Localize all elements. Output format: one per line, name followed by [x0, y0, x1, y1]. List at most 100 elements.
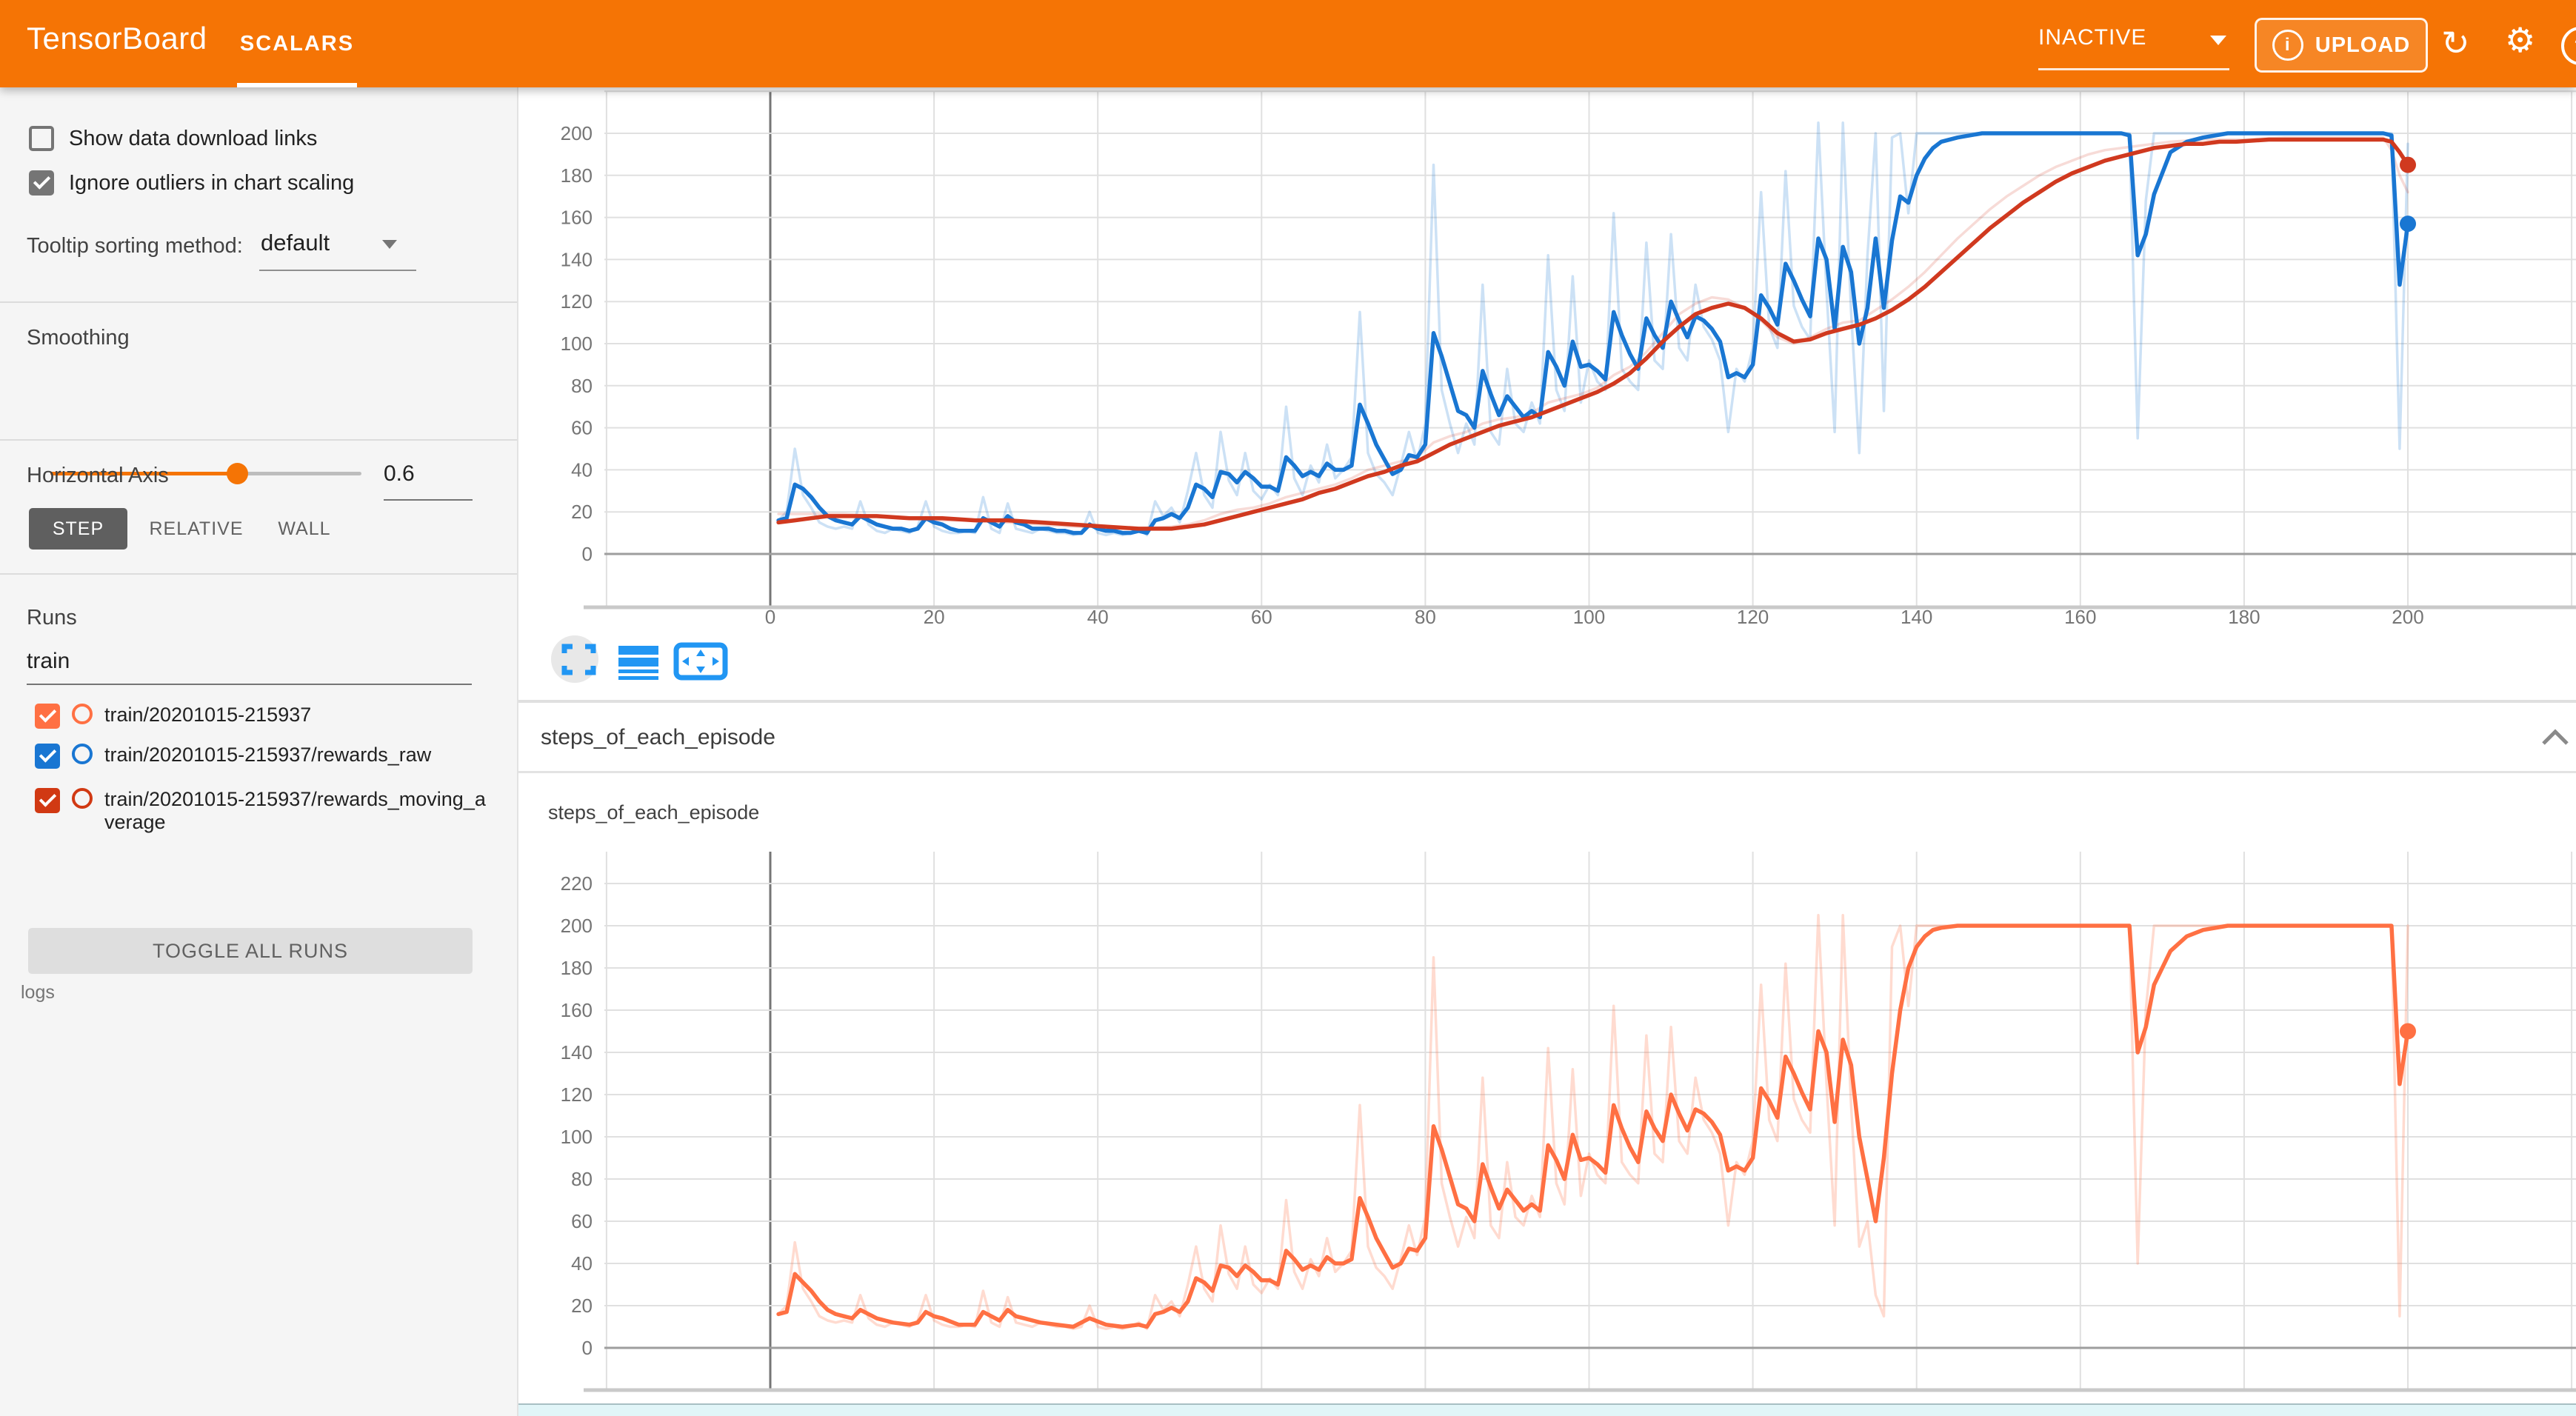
run-color-ring-icon[interactable]: [72, 744, 93, 764]
refresh-icon[interactable]: ↻: [2441, 22, 2470, 64]
series-line: [778, 123, 2408, 535]
y-tick-label: 160: [561, 207, 593, 229]
tensorboard-app: TensorBoard SCALARS INACTIVE i UPLOAD ↻ …: [0, 0, 2576, 1416]
smoothing-slider-thumb[interactable]: [227, 463, 248, 484]
upload-button-label: UPLOAD: [2315, 33, 2410, 58]
run-label: train/20201015-215937: [104, 704, 490, 727]
axis-button-relative[interactable]: RELATIVE: [142, 508, 250, 550]
y-tick-label: 100: [561, 333, 593, 355]
y-tick-label: 180: [561, 957, 593, 979]
y-tick-label: 60: [571, 417, 593, 439]
checkbox-label: Ignore outliers in chart scaling: [69, 171, 354, 196]
collapse-chevron-up-icon[interactable]: [2539, 726, 2572, 748]
run-checkbox[interactable]: [35, 788, 60, 813]
rewards-chart[interactable]: 0204060801001201401601802000204060801001…: [517, 87, 2576, 701]
run-color-ring-icon[interactable]: [72, 788, 93, 809]
run-row[interactable]: train/20201015-215937/rewards_moving_ave…: [35, 788, 490, 834]
status-dropdown[interactable]: INACTIVE: [2038, 25, 2229, 50]
logs-label: logs: [21, 982, 55, 1003]
y-tick-label: 200: [561, 915, 593, 937]
fit-domain-icon[interactable]: [676, 645, 725, 678]
y-tick-label: 80: [571, 375, 593, 397]
settings-gear-icon[interactable]: ⚙: [2505, 19, 2535, 61]
series-line: [778, 926, 2408, 1327]
run-checkbox[interactable]: [35, 744, 60, 769]
tab-scalars[interactable]: SCALARS: [237, 0, 357, 87]
info-icon: i: [2272, 30, 2303, 61]
select-underline: [259, 270, 416, 271]
help-icon[interactable]: ?: [2561, 27, 2576, 65]
run-color-ring-icon[interactable]: [72, 704, 93, 724]
y-tick-label: 40: [571, 458, 593, 481]
series-end-dot: [2400, 1023, 2416, 1040]
x-tick-label: 40: [1087, 606, 1109, 628]
y-tick-label: 0: [582, 1337, 593, 1359]
axis-button-step[interactable]: STEP: [29, 508, 127, 550]
section-header-steps-of-each-episode[interactable]: steps_of_each_episode: [517, 703, 2576, 771]
y-tick-label: 160: [561, 999, 593, 1021]
divider: [0, 439, 517, 441]
y-tick-label: 20: [571, 1295, 593, 1317]
ignore-outliers-row[interactable]: Ignore outliers in chart scaling: [29, 170, 354, 196]
checkbox-unchecked[interactable]: [29, 126, 54, 151]
runs-filter-underline: [27, 684, 472, 685]
y-tick-label: 180: [561, 164, 593, 187]
run-row[interactable]: train/20201015-215937/rewards_raw: [35, 744, 490, 769]
axis-button-wall[interactable]: WALL: [264, 508, 345, 550]
y-tick-label: 200: [561, 122, 593, 144]
run-checkbox[interactable]: [35, 704, 60, 729]
x-tick-label: 140: [1901, 606, 1932, 628]
run-label: train/20201015-215937/rewards_moving_ave…: [104, 788, 490, 834]
toggle-all-runs-button[interactable]: TOGGLE ALL RUNS: [28, 928, 473, 974]
x-tick-label: 80: [1415, 606, 1436, 628]
x-tick-label: 0: [765, 606, 775, 628]
x-tick-label: 120: [1737, 606, 1769, 628]
smoothing-value-input[interactable]: 0.6: [384, 461, 473, 487]
divider: [0, 301, 517, 303]
tab-active-underline: [237, 83, 357, 87]
y-tick-label: 20: [571, 501, 593, 523]
series-end-dot: [2400, 157, 2416, 173]
tooltip-sorting-label: Tooltip sorting method:: [27, 234, 243, 258]
chevron-down-icon: [382, 240, 397, 249]
horizontal-axis-label: Horizontal Axis: [27, 464, 169, 488]
x-tick-label: 20: [924, 606, 945, 628]
show-download-links-row[interactable]: Show data download links: [29, 126, 317, 151]
y-tick-label: 120: [561, 1083, 593, 1106]
x-tick-label: 160: [2064, 606, 2096, 628]
x-tick-label: 60: [1251, 606, 1272, 628]
app-header: TensorBoard SCALARS INACTIVE i UPLOAD ↻ …: [0, 0, 2576, 87]
y-tick-label: 100: [561, 1126, 593, 1148]
y-tick-label: 120: [561, 290, 593, 313]
check-icon: [39, 705, 56, 722]
y-tick-label: 0: [582, 543, 593, 565]
status-dropdown-underline: [2038, 68, 2229, 70]
run-label: train/20201015-215937/rewards_raw: [104, 744, 490, 767]
check-icon: [33, 172, 50, 189]
section-title: steps_of_each_episode: [541, 725, 775, 750]
settings-sidebar: Show data download links Ignore outliers…: [0, 87, 518, 1416]
data-table-icon[interactable]: [618, 646, 658, 680]
divider: [0, 573, 517, 575]
x-tick-label: 200: [2392, 606, 2423, 628]
x-tick-label: 180: [2228, 606, 2260, 628]
chevron-down-icon: [2210, 36, 2226, 45]
check-icon: [39, 745, 56, 762]
app-title: TensorBoard: [27, 21, 207, 56]
y-tick-label: 60: [571, 1210, 593, 1232]
icon-hover-circle: [551, 635, 598, 683]
runs-filter-input[interactable]: train: [27, 649, 70, 674]
y-tick-label: 220: [561, 872, 593, 895]
upload-button[interactable]: i UPLOAD: [2255, 18, 2428, 73]
series-end-dot: [2400, 216, 2416, 232]
runs-label: Runs: [27, 606, 77, 630]
y-tick-label: 140: [561, 1041, 593, 1063]
tooltip-sorting-select[interactable]: default: [261, 230, 330, 256]
steps-of-each-episode-chart[interactable]: 020406080100120140160180200220: [517, 774, 2576, 1403]
y-tick-label: 80: [571, 1168, 593, 1190]
checkbox-checked[interactable]: [29, 170, 54, 196]
run-row[interactable]: train/20201015-215937: [35, 704, 490, 729]
smoothing-label: Smoothing: [27, 326, 130, 350]
series-line: [778, 133, 2408, 533]
y-tick-label: 140: [561, 248, 593, 270]
